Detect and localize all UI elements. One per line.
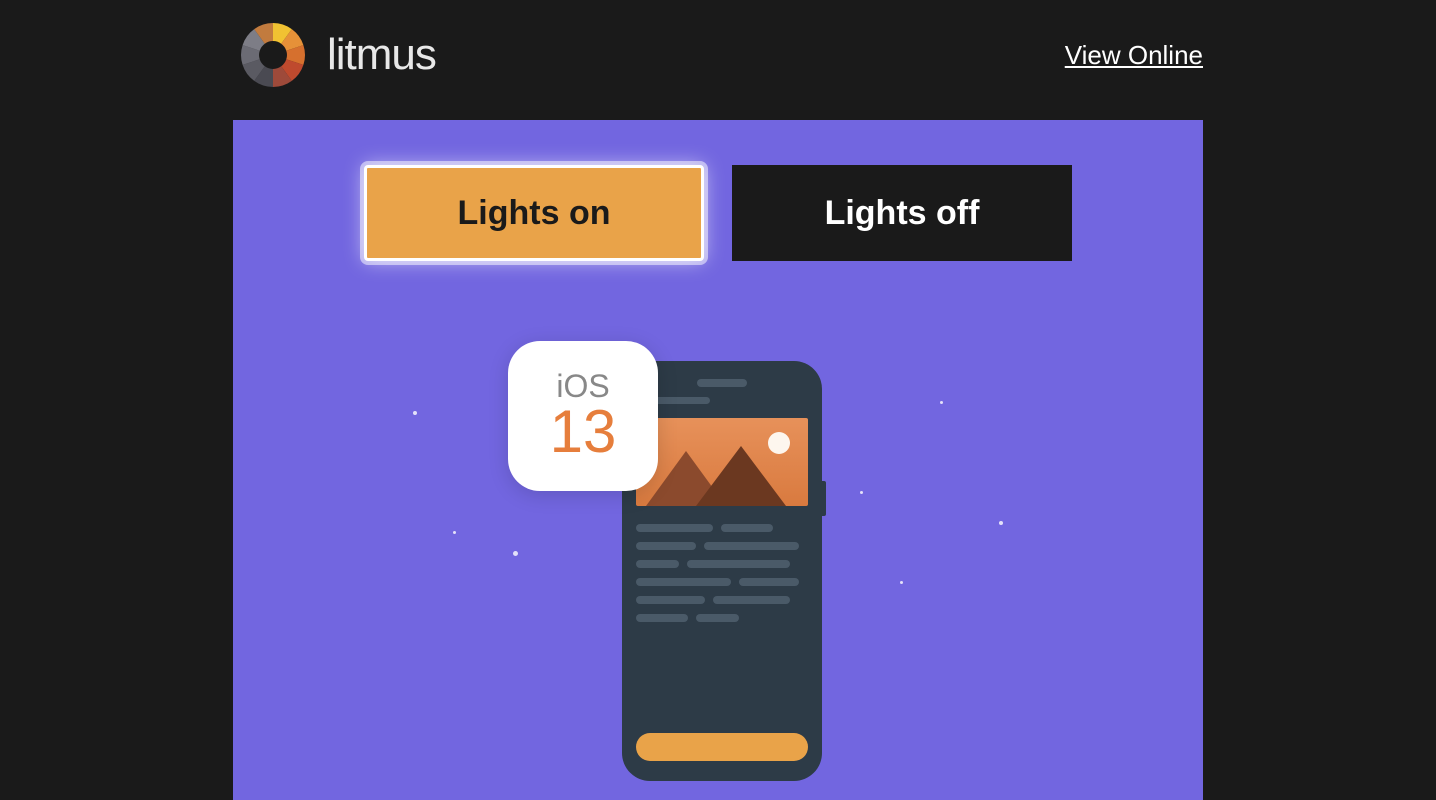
theme-toggle-row: Lights on Lights off (233, 165, 1203, 261)
brand-logo: litmus (233, 15, 436, 95)
lights-off-button[interactable]: Lights off (732, 165, 1072, 261)
ios-badge: iOS 13 (508, 341, 658, 491)
sparkle-icon (999, 521, 1003, 525)
brand-name: litmus (327, 30, 436, 80)
ios-badge-version: 13 (550, 402, 617, 462)
sparkle-icon (513, 551, 518, 556)
hero-section: Lights on Lights off (233, 120, 1203, 800)
phone-cta-icon (636, 733, 808, 761)
view-online-link[interactable]: View Online (1065, 40, 1203, 71)
phone-side-button-icon (822, 481, 826, 516)
hero-illustration: iOS 13 (233, 341, 1203, 791)
sparkle-icon (900, 581, 903, 584)
phone-text-lines (636, 524, 808, 622)
email-container: litmus View Online Lights on Lights off (233, 0, 1203, 800)
sparkle-icon (940, 401, 943, 404)
email-header: litmus View Online (233, 0, 1203, 120)
mountain-icon (696, 446, 786, 506)
lights-on-button[interactable]: Lights on (364, 165, 704, 261)
sparkle-icon (413, 411, 417, 415)
litmus-logo-icon (233, 15, 313, 95)
sparkle-icon (860, 491, 863, 494)
phone-hero-image-icon (636, 418, 808, 506)
sparkle-icon (453, 531, 456, 534)
phone-notch-icon (697, 379, 747, 387)
